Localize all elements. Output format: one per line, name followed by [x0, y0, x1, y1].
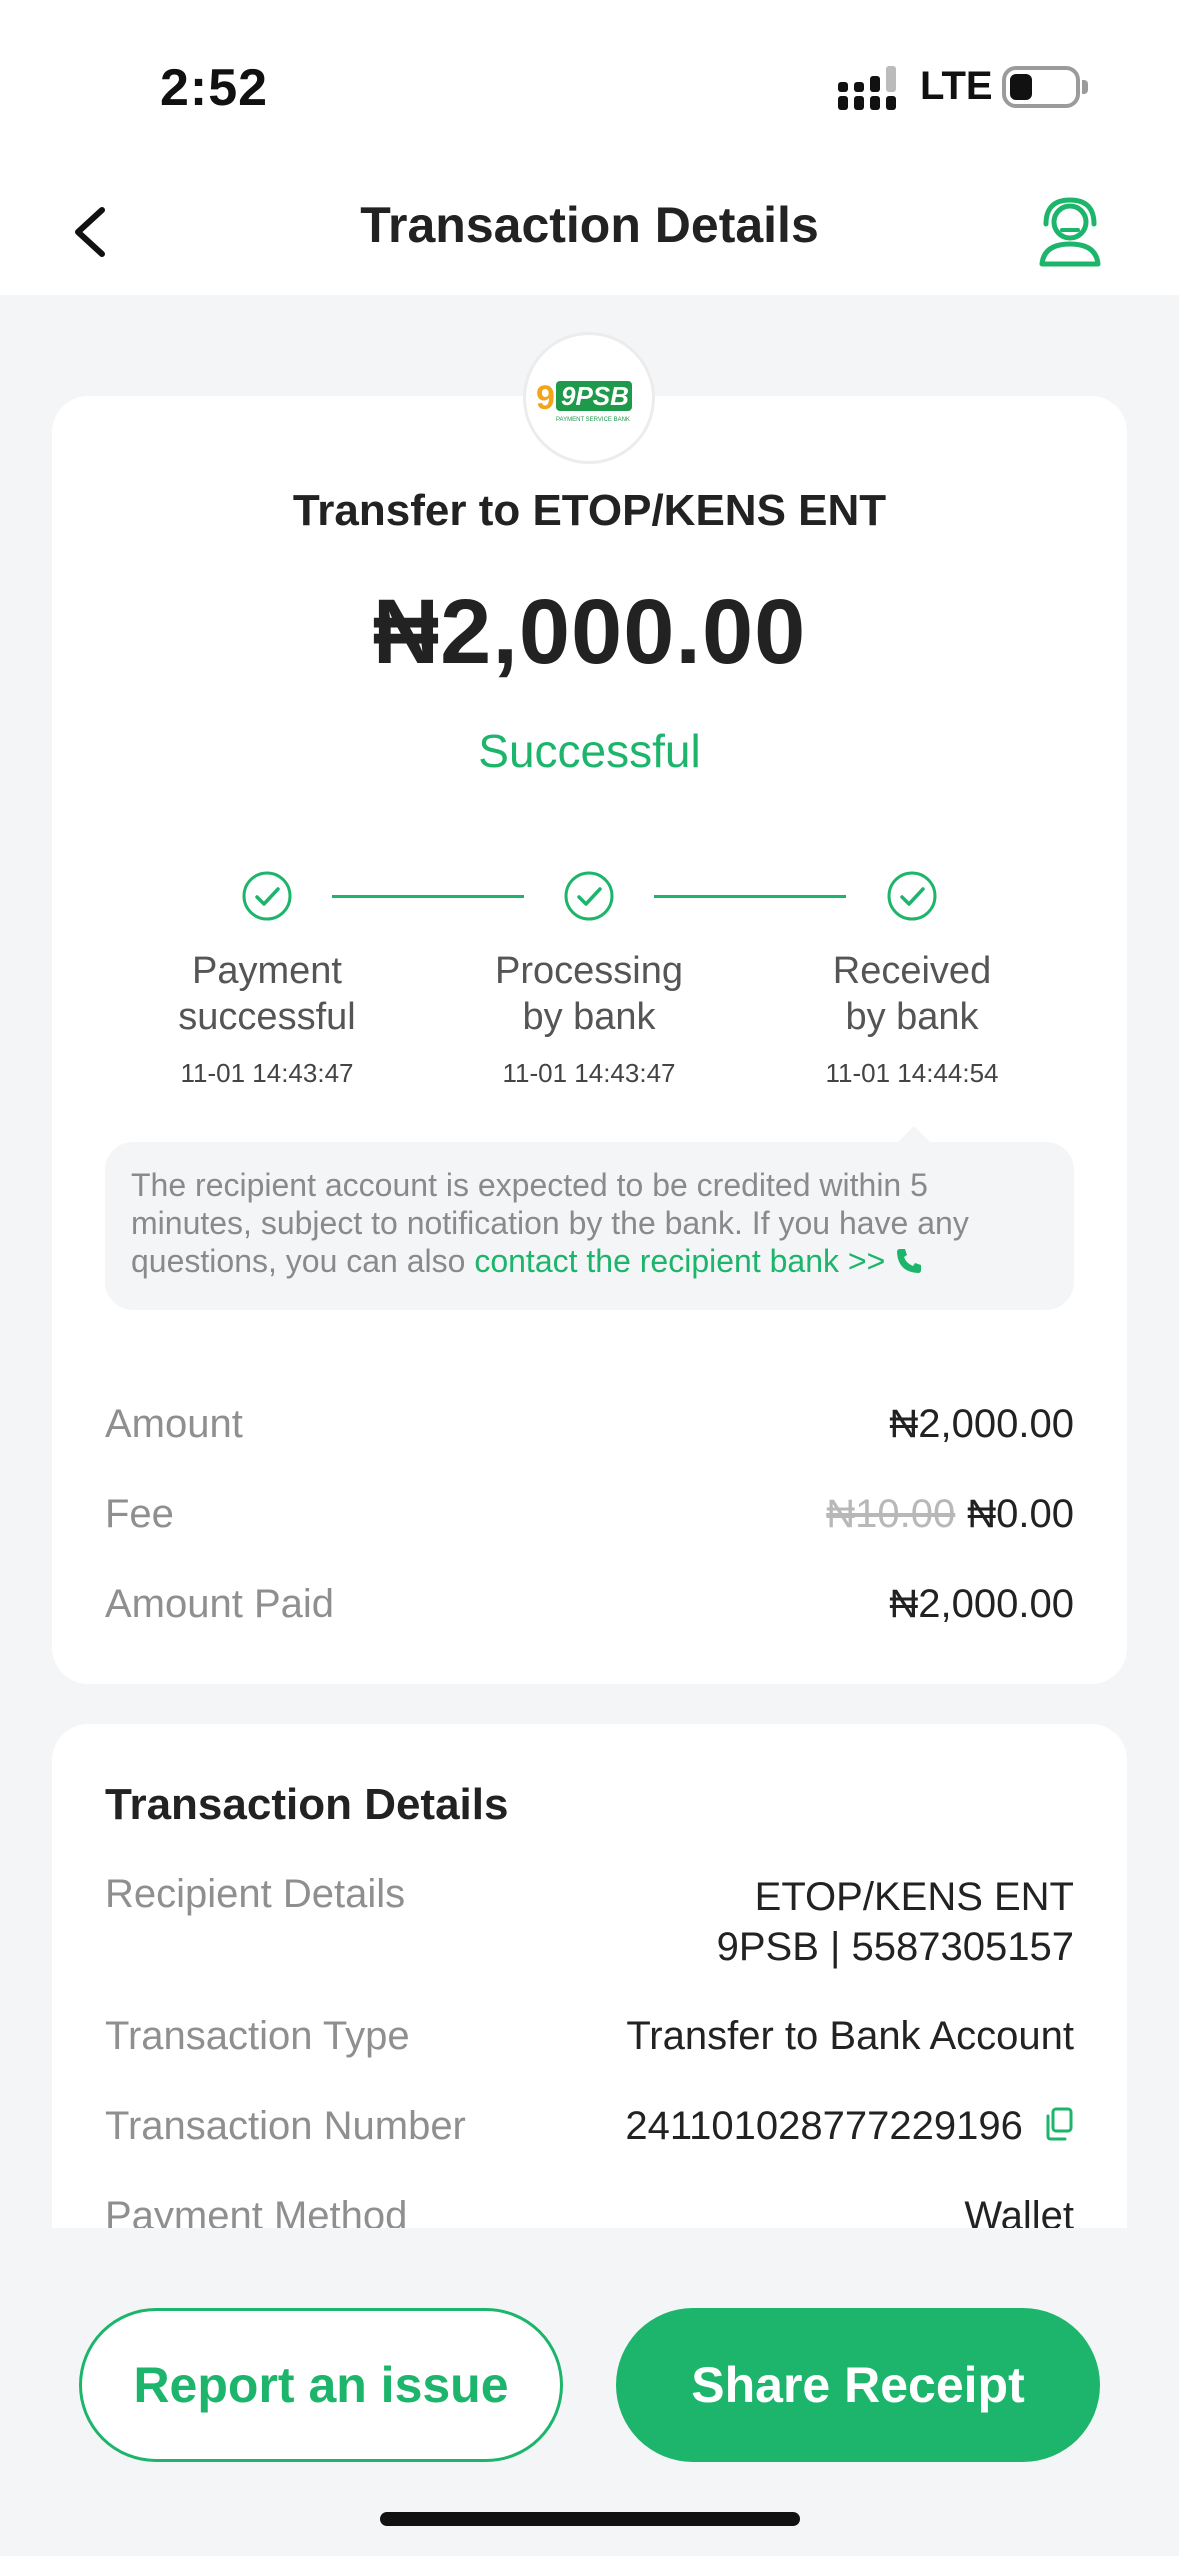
nav-bar: Transaction Details [0, 170, 1179, 295]
recipient-account: 9PSB | 5587305157 [716, 1925, 1074, 1969]
status-time: 2:52 [160, 59, 269, 117]
step-time: 11-01 14:43:47 [180, 1058, 354, 1088]
contact-bank-link[interactable]: contact the recipient bank >> [474, 1243, 885, 1279]
fee-label: Fee [105, 1492, 174, 1536]
transaction-number-label: Transaction Number [105, 2104, 466, 2148]
step-time: 11-01 14:44:54 [825, 1058, 999, 1088]
transfer-status: Successful [478, 725, 701, 777]
home-indicator[interactable] [380, 2512, 800, 2526]
step-label-payment: Payment successful [178, 950, 356, 1038]
share-receipt-button[interactable]: Share Receipt [616, 2308, 1100, 2462]
step-time: 11-01 14:43:47 [502, 1058, 676, 1088]
fee-value-group: ₦10.00 ₦0.00 [826, 1492, 1074, 1537]
transaction-number-value: 241101028777229196 [625, 2104, 1023, 2148]
transaction-number-group: 241101028777229196 [625, 2104, 1074, 2149]
amount-paid-value: ₦2,000.00 [889, 1582, 1074, 1626]
check-circle-icon [242, 871, 292, 921]
check-circle-icon [887, 871, 937, 921]
credit-notice: The recipient account is expected to be … [105, 1142, 1074, 1310]
signal-icon [838, 66, 896, 110]
fee-value: ₦0.00 [967, 1492, 1074, 1536]
transfer-title: Transfer to ETOP/KENS ENT [292, 486, 887, 535]
recipient-name: ETOP/KENS ENT [754, 1875, 1074, 1919]
battery-icon [1002, 66, 1080, 108]
amount-paid-label: Amount Paid [105, 1582, 335, 1626]
report-issue-button[interactable]: Report an issue [79, 2308, 563, 2462]
progress-connector [654, 895, 846, 898]
customer-support-icon[interactable] [1032, 192, 1108, 268]
step-label-processing: Processing by bank [495, 950, 683, 1038]
bank-logo: 9 9PSB PAYMENT SERVICE BANK [523, 332, 655, 464]
amount-value: ₦2,000.00 [889, 1402, 1074, 1446]
recipient-value: ETOP/KENS ENT 9PSB | 5587305157 [717, 1872, 1074, 1972]
details-section-title: Transaction Details [105, 1780, 509, 1829]
network-type: LTE [920, 64, 993, 108]
progress-connector [332, 895, 524, 898]
status-bar: 2:52 LTE [0, 0, 1179, 170]
phone-icon[interactable] [894, 1246, 924, 1276]
transfer-amount: ₦2,000.00 [372, 581, 807, 683]
fee-original: ₦10.00 [826, 1492, 956, 1536]
check-circle-icon [564, 871, 614, 921]
copy-icon[interactable] [1044, 2107, 1074, 2141]
svg-text:9: 9 [536, 379, 555, 417]
bank-logo-subtext: PAYMENT SERVICE BANK [556, 417, 630, 423]
step-label-received: Received by bank [832, 950, 992, 1038]
recipient-label: Recipient Details [105, 1872, 406, 1916]
amount-label: Amount [105, 1402, 243, 1446]
bank-logo-text: 9PSB [561, 381, 629, 411]
transaction-type-value: Transfer to Bank Account [626, 2014, 1074, 2058]
page-title: Transaction Details [360, 197, 819, 253]
transaction-type-label: Transaction Type [105, 2014, 410, 2058]
